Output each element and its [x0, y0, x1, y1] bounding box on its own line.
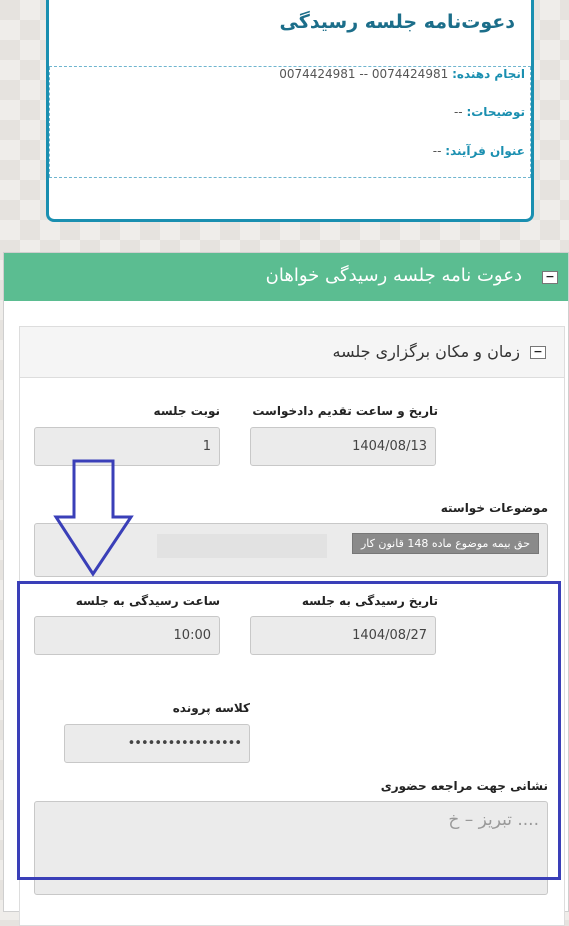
annotation-highlight-box [17, 581, 561, 880]
topic-tag-overflow [157, 534, 327, 558]
invitation-details: انجام دهنده: 0074424981 -- 0074424981 تو… [49, 66, 531, 178]
panel-title: دعوت نامه جلسه رسیدگی خواهان [265, 265, 522, 286]
performer-value: 0074424981 -- 0074424981 [279, 67, 449, 81]
panel-collapse-button[interactable]: − [542, 271, 558, 284]
requested-topics-label: موضوعات خواسته [440, 501, 548, 515]
section-header[interactable]: − زمان و مکان برگزاری جلسه [20, 327, 564, 378]
performer-label: انجام دهنده: [452, 67, 525, 81]
performer-row: انجام دهنده: 0074424981 -- 0074424981 [279, 67, 525, 81]
submit-datetime-field[interactable]: 1404/08/13 [250, 427, 436, 466]
invitation-title: دعوت‌نامه جلسه رسیدگی [279, 11, 515, 33]
process-label: عنوان فرآیند: [445, 144, 525, 158]
topic-tag[interactable]: حق بیمه موضوع ماده 148 قانون کار [352, 533, 539, 554]
description-value: -- [453, 105, 463, 119]
section-title: زمان و مکان برگزاری جلسه [332, 342, 520, 361]
panel-header[interactable]: − دعوت نامه جلسه رسیدگی خواهان [4, 253, 568, 301]
description-row: توضیحات: -- [454, 105, 525, 119]
session-turn-field[interactable]: 1 [34, 427, 220, 466]
invitation-card: دعوت‌نامه جلسه رسیدگی انجام دهنده: 00744… [46, 0, 534, 222]
process-row: عنوان فرآیند: -- [433, 144, 525, 158]
description-label: توضیحات: [466, 105, 525, 119]
section-collapse-button[interactable]: − [530, 346, 546, 359]
process-value: -- [432, 144, 442, 158]
submit-datetime-label: تاریخ و ساعت تقدیم دادخواست [252, 404, 438, 418]
session-turn-label: نوبت جلسه [153, 404, 220, 418]
requested-topics-field[interactable]: حق بیمه موضوع ماده 148 قانون کار [34, 523, 548, 577]
